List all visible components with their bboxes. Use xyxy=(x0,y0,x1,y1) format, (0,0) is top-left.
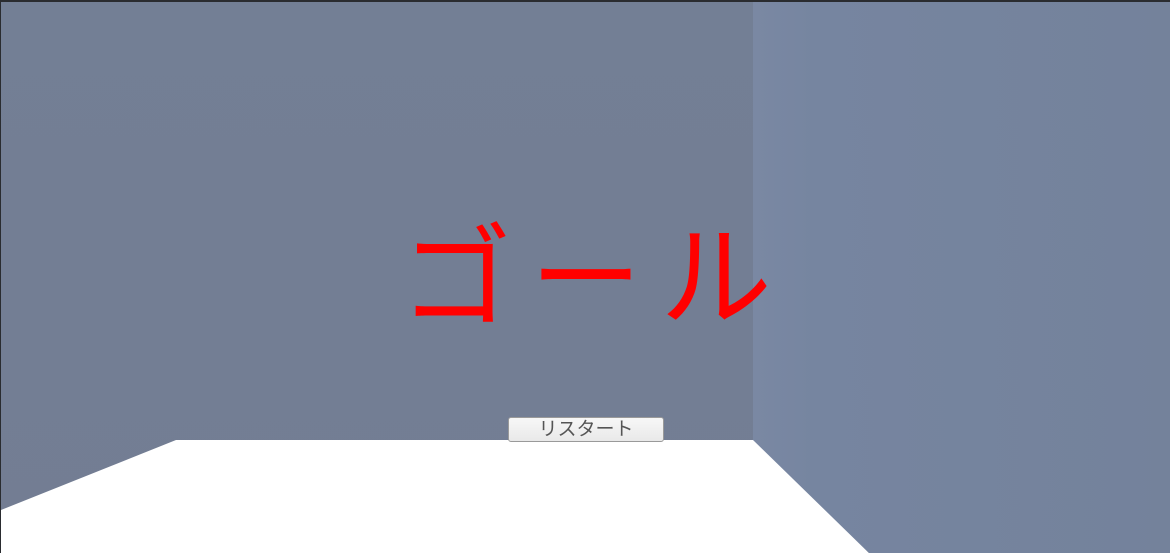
game-viewport: ゴール リスタート xyxy=(0,0,1170,553)
right-wall xyxy=(753,2,1170,553)
3d-room-scene xyxy=(1,2,1170,553)
restart-button[interactable]: リスタート xyxy=(508,417,664,442)
